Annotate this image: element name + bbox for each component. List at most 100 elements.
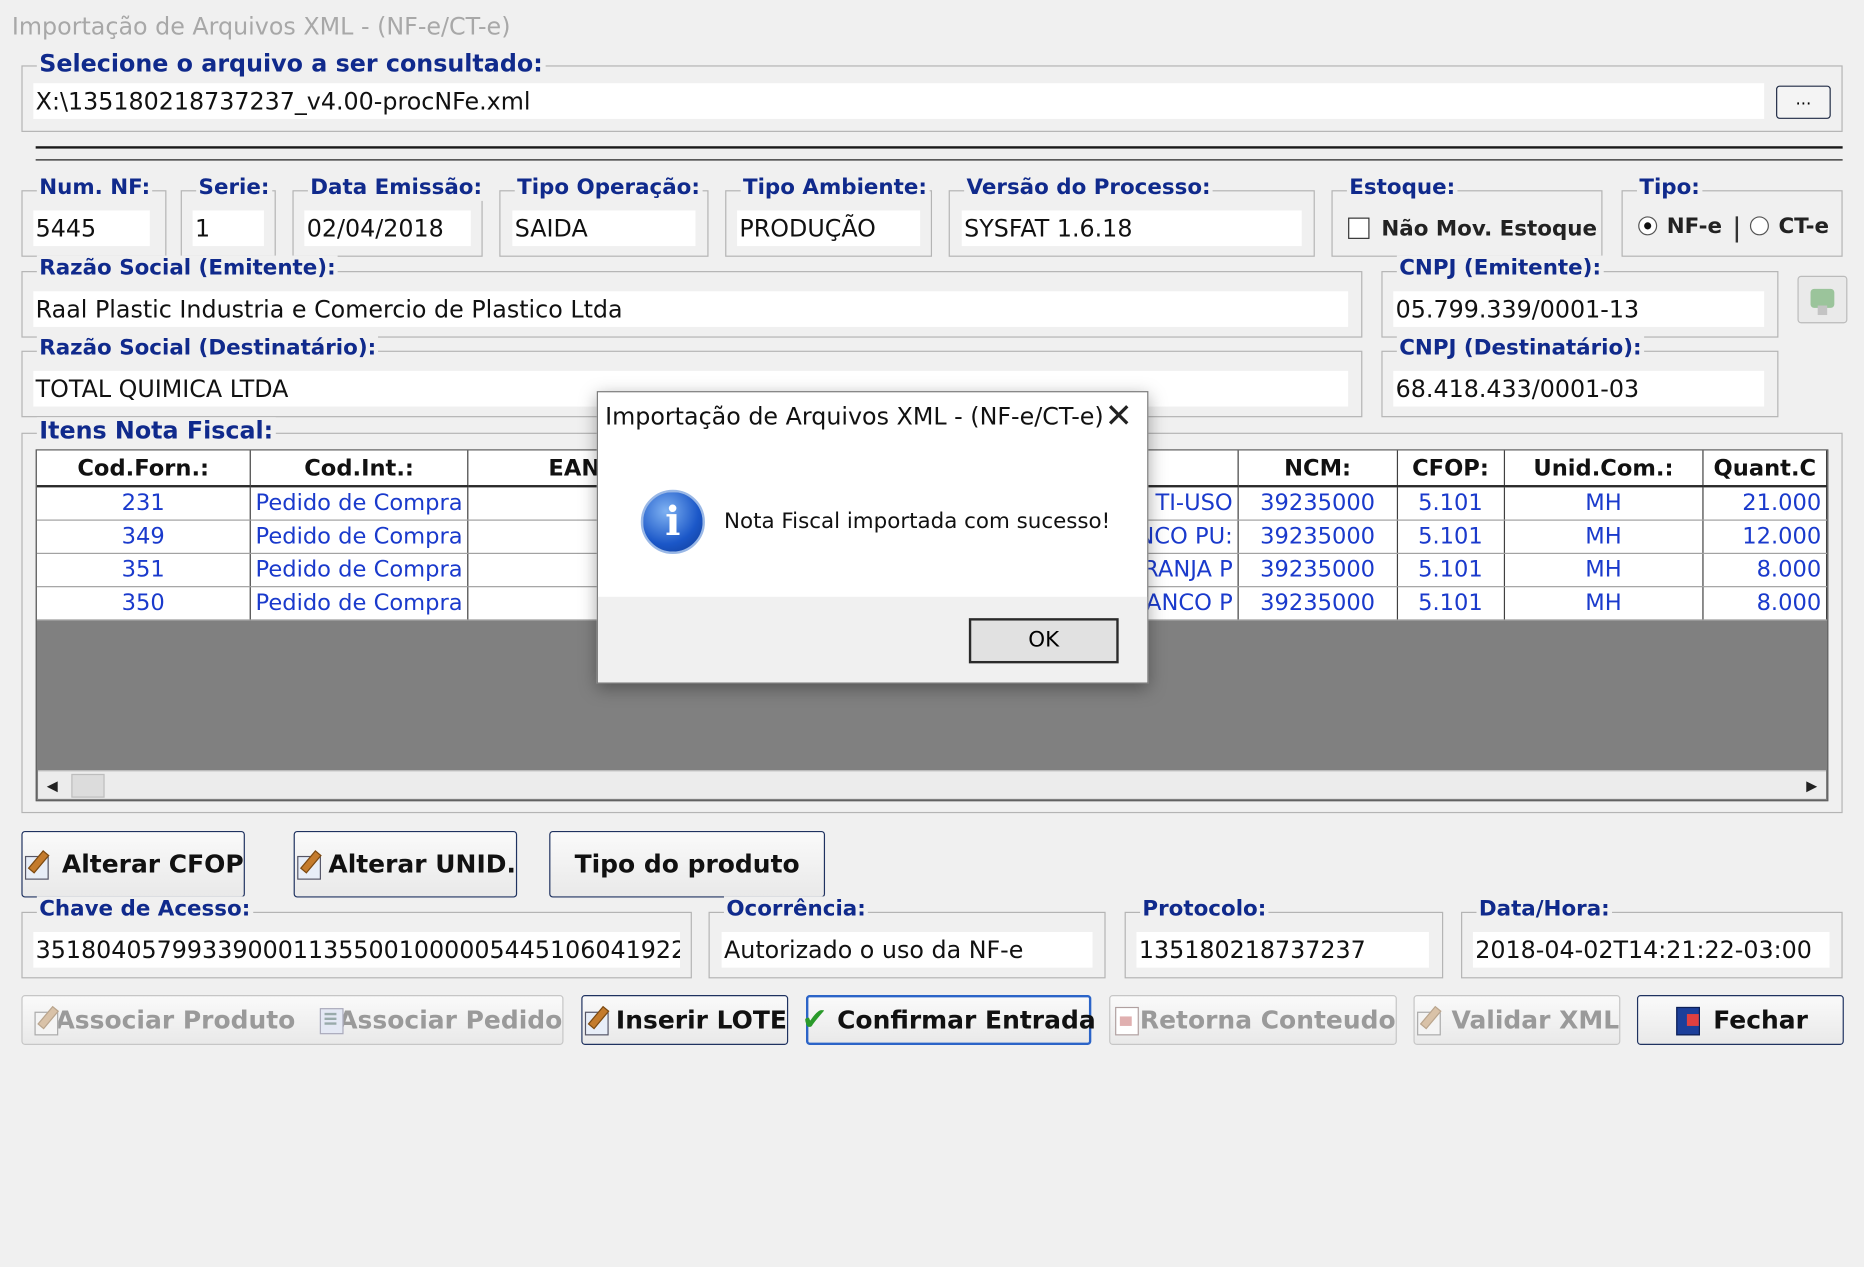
col-cfop[interactable]: CFOP: <box>1397 450 1505 488</box>
tipo-cte-label: CT-e <box>1778 213 1830 239</box>
tipo-nfe-label: NF-e <box>1666 213 1722 239</box>
ocorrencia-label: Ocorrência: <box>723 896 869 923</box>
alterar-unid-label: Alterar UNID. <box>328 849 516 879</box>
tipo-cte-radio[interactable] <box>1749 216 1769 236</box>
tipo-produto-button[interactable]: Tipo do produto <box>549 830 826 898</box>
cell-quant[interactable]: 8.000 <box>1703 552 1828 587</box>
cell-cod-forn[interactable]: 349 <box>36 519 251 554</box>
associar-group: Associar Produto Associar Pedido <box>21 995 564 1045</box>
refresh-icon[interactable] <box>1797 275 1848 324</box>
dialog-title: Importação de Arquivos XML - (NF-e/CT-e) <box>605 401 1104 431</box>
chave-field[interactable]: 3518040579933900011355001000005445106041… <box>33 932 680 968</box>
items-label: Itens Nota Fiscal: <box>36 417 276 444</box>
file-label: Selecione o arquivo a ser consultado: <box>36 50 546 77</box>
col-ncm[interactable]: NCM: <box>1238 450 1398 488</box>
protocolo-field[interactable]: 135180218737237 <box>1136 932 1429 968</box>
cell-unid[interactable]: MH <box>1503 519 1704 554</box>
alterar-cfop-button[interactable]: Alterar CFOP <box>21 830 245 898</box>
window-title: Importação de Arquivos XML - (NF-e/CT-e) <box>0 0 1864 53</box>
cell-unid[interactable]: MH <box>1503 586 1704 620</box>
cell-ncm[interactable]: 39235000 <box>1238 519 1398 554</box>
razao-emitente-field[interactable]: Raal Plastic Industria e Comercio de Pla… <box>33 291 1349 327</box>
cell-cod-int[interactable]: Pedido de Compra <box>250 552 469 587</box>
tipo-label: Tipo: <box>1636 174 1703 201</box>
cell-ncm[interactable]: 39235000 <box>1238 552 1398 587</box>
datahora-field[interactable]: 2018-04-02T14:21:22-03:00 <box>1472 932 1830 968</box>
dialog-footer: OK <box>597 596 1148 683</box>
checkmark-icon: ✔ <box>801 1002 828 1038</box>
retorna-conteudo-button[interactable]: Retorna Conteudo <box>1109 995 1397 1045</box>
associar-produto-button[interactable]: Associar Produto <box>55 1006 295 1035</box>
cell-ncm[interactable]: 39235000 <box>1238 586 1398 620</box>
cell-quant[interactable]: 12.000 <box>1703 519 1828 554</box>
document-icon <box>1110 1005 1139 1036</box>
nao-mov-estoque-checkbox[interactable] <box>1348 217 1370 239</box>
cell-cfop[interactable]: 5.101 <box>1397 586 1505 620</box>
datahora-label: Data/Hora: <box>1476 896 1613 923</box>
retorna-conteudo-label: Retorna Conteudo <box>1139 1005 1396 1035</box>
serie-field[interactable]: 1 <box>192 210 264 247</box>
cell-cod-forn[interactable]: 351 <box>36 552 251 587</box>
edit-icon <box>583 1005 609 1036</box>
cell-cfop[interactable]: 5.101 <box>1397 519 1505 554</box>
serie-label: Serie: <box>196 174 272 201</box>
scroll-right-icon[interactable]: ▶ <box>1800 774 1824 798</box>
cell-cfop[interactable]: 5.101 <box>1397 486 1505 521</box>
cnpj-destinatario-field[interactable]: 68.418.433/0001-03 <box>1393 370 1765 407</box>
scroll-left-icon[interactable]: ◀ <box>40 774 64 798</box>
protocolo-label: Protocolo: <box>1140 896 1269 923</box>
cell-cod-forn[interactable]: 350 <box>36 586 251 620</box>
validar-xml-button[interactable]: Validar XML <box>1413 995 1621 1045</box>
ocorrencia-field[interactable]: Autorizado o uso da NF-e <box>721 932 1093 968</box>
cell-cfop[interactable]: 5.101 <box>1397 552 1505 587</box>
main-window: Importação de Arquivos XML - (NF-e/CT-e)… <box>0 0 1864 1067</box>
chave-label: Chave de Acesso: <box>36 896 253 923</box>
confirmar-entrada-button[interactable]: ✔ Confirmar Entrada <box>802 995 1096 1045</box>
cell-quant[interactable]: 8.000 <box>1703 586 1828 620</box>
exit-icon <box>1673 1005 1704 1036</box>
tipo-ambiente-field[interactable]: PRODUÇÃO <box>737 210 921 247</box>
razao-destinatario-label: Razão Social (Destinatário): <box>36 335 379 362</box>
list-icon <box>315 1005 343 1036</box>
cell-cod-int[interactable]: Pedido de Compra <box>250 586 469 620</box>
cell-unid[interactable]: MH <box>1503 486 1704 521</box>
associar-pedido-button[interactable]: Associar Pedido <box>338 1006 562 1035</box>
col-unid-com[interactable]: Unid.Com.: <box>1503 450 1704 488</box>
file-path-field[interactable]: X:\135180218737237_v4.00-procNFe.xml <box>33 83 1765 119</box>
separator-top <box>35 146 1843 149</box>
cell-quant[interactable]: 21.000 <box>1703 486 1828 521</box>
cell-cod-int[interactable]: Pedido de Compra <box>250 519 469 554</box>
data-emissao-field[interactable]: 02/04/2018 <box>304 210 471 247</box>
versao-processo-label: Versão do Processo: <box>964 174 1214 201</box>
fechar-label: Fechar <box>1713 1005 1808 1035</box>
alterar-unid-button[interactable]: Alterar UNID. <box>293 830 518 898</box>
col-cod-int[interactable]: Cod.Int.: <box>250 450 469 488</box>
data-emissao-label: Data Emissão: <box>307 174 485 201</box>
edit-icon <box>32 1005 58 1036</box>
cell-cod-forn[interactable]: 231 <box>36 486 251 521</box>
scroll-thumb[interactable] <box>71 773 105 798</box>
col-quant[interactable]: Quant.C <box>1703 450 1828 488</box>
confirmar-entrada-label: Confirmar Entrada <box>837 1005 1096 1035</box>
close-icon[interactable]: ✕ <box>1097 395 1140 438</box>
col-cod-forn[interactable]: Cod.Forn.: <box>36 450 251 488</box>
versao-processo-field[interactable]: SYSFAT 1.6.18 <box>961 210 1302 247</box>
nao-mov-estoque-label: Não Mov. Estoque <box>1381 216 1598 242</box>
tipo-nfe-radio[interactable] <box>1638 216 1658 236</box>
cnpj-emitente-field[interactable]: 05.799.339/0001-13 <box>1393 291 1765 327</box>
fechar-button[interactable]: Fechar <box>1636 995 1844 1045</box>
cell-cod-int[interactable]: Pedido de Compra <box>250 486 469 521</box>
cell-ncm[interactable]: 39235000 <box>1238 486 1398 521</box>
horizontal-scrollbar[interactable]: ◀ ▶ <box>38 770 1826 799</box>
edit-icon <box>295 849 322 880</box>
dialog-message: Nota Fiscal importada com sucesso! <box>723 508 1111 534</box>
num-nf-field[interactable]: 5445 <box>33 210 150 247</box>
ok-button[interactable]: OK <box>968 618 1119 664</box>
inserir-lote-button[interactable]: Inserir LOTE <box>581 995 789 1045</box>
razao-emitente-label: Razão Social (Emitente): <box>36 255 339 282</box>
tipo-operacao-field[interactable]: SAIDA <box>512 210 696 247</box>
alterar-cfop-label: Alterar CFOP <box>61 849 244 879</box>
cell-unid[interactable]: MH <box>1503 552 1704 587</box>
tipo-ambiente-label: Tipo Ambiente: <box>740 174 930 201</box>
browse-button[interactable]: ... <box>1776 85 1831 119</box>
